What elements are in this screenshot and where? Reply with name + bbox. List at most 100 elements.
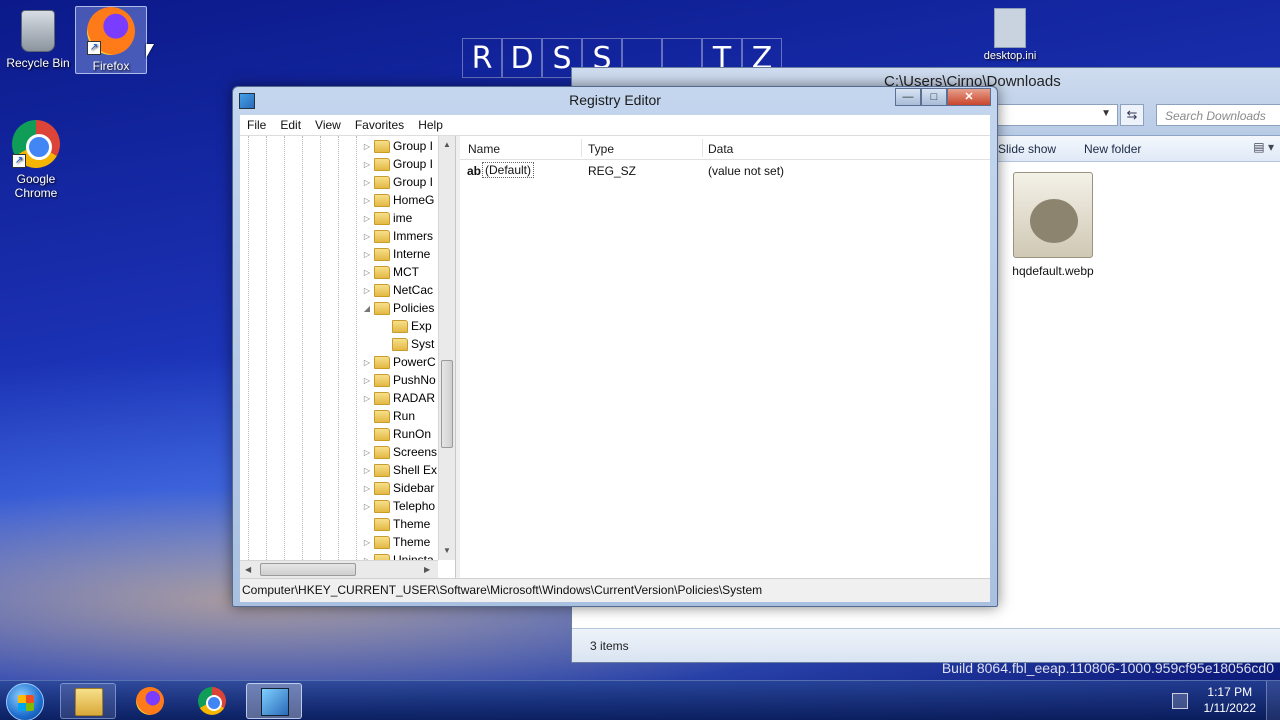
menu-file[interactable]: File — [240, 118, 273, 132]
menu-favorites[interactable]: Favorites — [348, 118, 411, 132]
settings-file-icon — [994, 8, 1026, 48]
slide-show-button[interactable]: Slide show — [998, 142, 1056, 156]
expand-arrow-icon[interactable]: ▷ — [362, 160, 372, 169]
tree-item[interactable]: ▷ Interne — [362, 245, 430, 263]
expand-arrow-icon[interactable]: ▷ — [362, 484, 372, 493]
expand-arrow-icon[interactable]: ▷ — [362, 142, 372, 151]
expand-arrow-icon[interactable]: ▷ — [362, 466, 372, 475]
desktop-icon-firefox[interactable]: ↗ Firefox — [75, 6, 147, 74]
tree-item-label: Screens — [393, 445, 438, 459]
taskbar-explorer-button[interactable] — [60, 683, 116, 719]
refresh-icon[interactable]: ⇆ — [1120, 104, 1144, 126]
scroll-right-icon[interactable]: ▶ — [424, 565, 430, 574]
expand-arrow-icon[interactable]: ▷ — [362, 268, 372, 277]
close-button[interactable]: ✕ — [947, 88, 991, 106]
tree-item[interactable]: ▷ Group I — [362, 137, 433, 155]
tree-item[interactable]: ▷ Screens — [362, 443, 437, 461]
menu-help[interactable]: Help — [411, 118, 450, 132]
taskbar-firefox-button[interactable] — [122, 683, 178, 719]
desktop-icon-chrome[interactable]: ↗ Google Chrome — [0, 120, 72, 200]
registry-tree[interactable]: ▷ Group I ▷ Group I ▷ Group I ▷ HomeG ▷ ime ▷ Immer… — [240, 136, 456, 578]
column-header-type[interactable]: Type — [588, 142, 614, 156]
tree-item[interactable]: ▷ Shell Ex — [362, 461, 437, 479]
expand-arrow-icon[interactable]: ▷ — [362, 286, 372, 295]
view-options-icon[interactable]: ▤ ▾ — [1253, 140, 1274, 154]
scroll-down-icon[interactable]: ▼ — [443, 546, 451, 555]
expand-arrow-icon[interactable]: ▷ — [362, 502, 372, 511]
menu-edit[interactable]: Edit — [273, 118, 308, 132]
tree-item-label: Policies — [393, 301, 435, 315]
start-button[interactable] — [6, 683, 44, 720]
tree-item-label: Sidebar — [393, 481, 435, 495]
tree-item[interactable]: ▷ RADAR — [362, 389, 435, 407]
search-input[interactable]: Search Downloads — [1156, 104, 1280, 126]
expand-arrow-icon[interactable]: ▷ — [362, 376, 372, 385]
expand-arrow-icon[interactable]: ▷ — [362, 214, 372, 223]
new-folder-button[interactable]: New folder — [1084, 142, 1141, 156]
folder-icon — [374, 409, 390, 423]
minimize-button[interactable]: — — [895, 88, 921, 106]
tree-item-label: Run — [393, 409, 416, 423]
string-value-icon: ab — [467, 164, 482, 178]
system-clock[interactable]: 1:17 PM 1/11/2022 — [1204, 684, 1257, 716]
tree-item[interactable]: ▷ Telepho — [362, 497, 435, 515]
tree-item[interactable]: ▷ Group I — [362, 173, 433, 191]
tree-item[interactable]: ▷ Theme — [362, 533, 430, 551]
expand-arrow-icon[interactable]: ▷ — [362, 358, 372, 367]
menu-view[interactable]: View — [308, 118, 348, 132]
expand-arrow-icon[interactable]: ▷ — [362, 250, 372, 259]
tree-item-label: NetCac — [393, 283, 434, 297]
scroll-left-icon[interactable]: ◀ — [245, 565, 251, 574]
tree-item[interactable]: ▷ Immers — [362, 227, 433, 245]
desktop-icon-label: desktop.ini — [983, 50, 1037, 62]
folder-icon — [374, 481, 390, 495]
tree-item[interactable]: Syst — [380, 335, 434, 353]
tree-item[interactable]: Exp — [380, 317, 432, 335]
scroll-thumb[interactable] — [260, 563, 356, 576]
tree-item-label: Theme — [393, 535, 431, 549]
tree-horizontal-scrollbar[interactable]: ◀ ▶ — [240, 560, 438, 578]
tree-vertical-scrollbar[interactable]: ▲ ▼ — [438, 136, 455, 560]
taskbar-chrome-button[interactable] — [184, 683, 240, 719]
regedit-titlebar[interactable]: Registry Editor — □ ✕ — [233, 87, 997, 115]
expand-arrow-icon[interactable]: ▷ — [362, 178, 372, 187]
tree-item[interactable]: ▷ HomeG — [362, 191, 434, 209]
column-header-data[interactable]: Data — [708, 142, 733, 156]
scroll-thumb[interactable] — [441, 360, 453, 448]
wallpaper-letter: D — [502, 38, 542, 78]
show-desktop-button[interactable] — [1266, 681, 1280, 720]
taskbar: 1:17 PM 1/11/2022 — [0, 680, 1280, 720]
tree-item[interactable]: ▷ Group I — [362, 155, 433, 173]
tree-item[interactable]: ▷ Sidebar — [362, 479, 434, 497]
tree-item[interactable]: Run — [362, 407, 415, 425]
registry-editor-window[interactable]: Registry Editor — □ ✕ File Edit View Fav… — [232, 86, 998, 607]
tree-item[interactable]: RunOn — [362, 425, 431, 443]
desktop-icon-desktop-ini[interactable]: desktop.ini — [978, 8, 1042, 62]
expand-arrow-icon[interactable]: ▷ — [362, 196, 372, 205]
scroll-up-icon[interactable]: ▲ — [443, 140, 451, 149]
taskbar-regedit-button[interactable] — [246, 683, 302, 719]
expand-arrow-icon[interactable]: ▷ — [362, 538, 372, 547]
tree-item[interactable]: ▷ MCT — [362, 263, 419, 281]
value-data: (value not set) — [708, 164, 785, 178]
maximize-button[interactable]: □ — [921, 88, 947, 106]
tree-item-label: Group I — [393, 175, 434, 189]
tree-item[interactable]: ▷ ime — [362, 209, 412, 227]
expand-arrow-icon[interactable]: ▷ — [362, 232, 372, 241]
tree-item[interactable]: ▷ PowerC — [362, 353, 436, 371]
desktop-icon-recycle-bin[interactable]: Recycle Bin — [2, 6, 74, 70]
expand-arrow-icon[interactable]: ▷ — [362, 448, 372, 457]
column-header-name[interactable]: Name — [468, 142, 500, 156]
expand-arrow-icon[interactable]: ▷ — [362, 394, 372, 403]
tree-item[interactable]: Theme — [362, 515, 430, 533]
values-list[interactable]: Name Type Data ab (Default) REG_SZ (valu… — [460, 136, 990, 578]
expand-arrow-icon[interactable]: ◢ — [362, 304, 372, 313]
tree-item[interactable]: ▷ PushNo — [362, 371, 436, 389]
tree-item[interactable]: ▷ NetCac — [362, 281, 433, 299]
tree-item[interactable]: ◢ Policies — [362, 299, 434, 317]
network-icon[interactable] — [1172, 693, 1188, 709]
file-item[interactable]: hqdefault.webp — [998, 172, 1108, 278]
value-row[interactable]: ab (Default) REG_SZ (value not set) — [460, 162, 990, 180]
chevron-down-icon[interactable]: ▼ — [1101, 108, 1111, 119]
recycle-bin-icon — [21, 10, 55, 52]
